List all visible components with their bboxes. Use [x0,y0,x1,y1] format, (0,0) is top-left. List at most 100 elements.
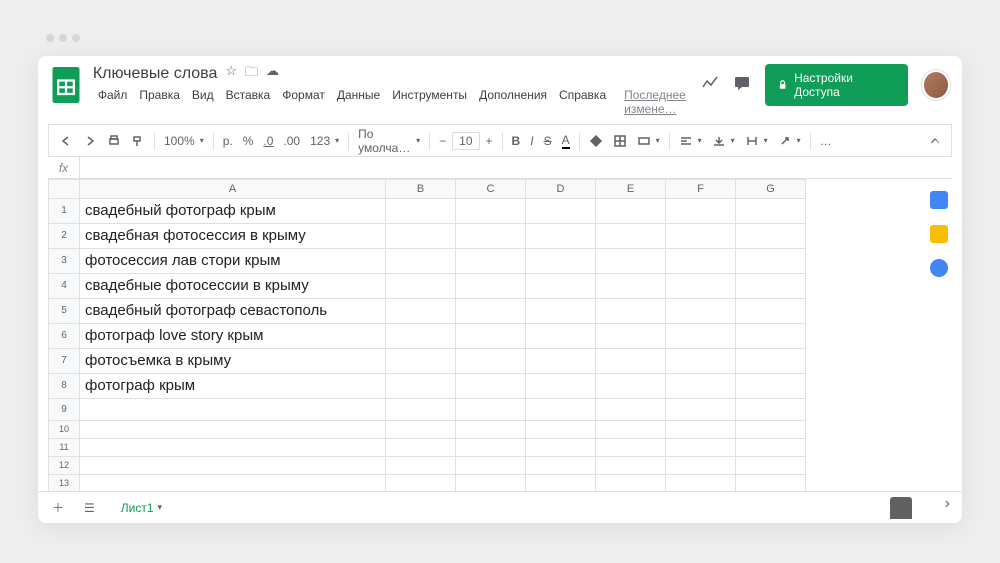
all-sheets-button[interactable]: ☰ [80,497,99,519]
vertical-align-button[interactable] [708,130,739,152]
menu-view[interactable]: Вид [187,86,219,118]
row-header[interactable]: 5 [48,299,80,324]
increase-decimal-button[interactable]: .00 [279,130,304,152]
col-header-A[interactable]: A [80,179,386,199]
cell[interactable] [596,274,666,299]
cell[interactable] [736,249,806,274]
cell[interactable] [456,421,526,439]
cell[interactable] [526,274,596,299]
cell[interactable] [596,374,666,399]
paint-format-button[interactable] [127,130,149,152]
cell[interactable] [456,374,526,399]
cell[interactable] [666,199,736,224]
bold-button[interactable]: B [508,130,525,152]
merge-cells-button[interactable] [633,130,664,152]
row-header[interactable]: 3 [48,249,80,274]
row-header[interactable]: 9 [48,399,80,421]
cell[interactable] [666,224,736,249]
cell[interactable] [666,299,736,324]
cell[interactable] [456,349,526,374]
cell[interactable] [386,421,456,439]
cell[interactable] [80,475,386,491]
menu-format[interactable]: Формат [277,86,330,118]
cell[interactable] [596,299,666,324]
text-rotation-button[interactable] [774,130,805,152]
cell[interactable] [666,324,736,349]
move-folder-icon[interactable]: 🗀 [245,63,258,85]
cell[interactable] [526,324,596,349]
menu-insert[interactable]: Вставка [221,86,276,118]
cell[interactable] [456,439,526,457]
cell[interactable] [596,224,666,249]
col-header-B[interactable]: B [386,179,456,199]
cell[interactable] [736,439,806,457]
cell[interactable] [596,421,666,439]
cell[interactable] [526,439,596,457]
font-size-input[interactable]: 10 [452,132,479,150]
cell[interactable] [596,457,666,475]
cell[interactable] [526,299,596,324]
cell[interactable] [456,399,526,421]
cell[interactable] [736,421,806,439]
col-header-E[interactable]: E [596,179,666,199]
cell[interactable] [596,324,666,349]
font-size-increase[interactable]: + [482,130,497,152]
cell[interactable] [666,349,736,374]
cell[interactable] [526,475,596,491]
row-header[interactable]: 8 [48,374,80,399]
row-header[interactable]: 13 [48,475,80,491]
print-button[interactable] [103,130,125,152]
cell[interactable] [736,399,806,421]
cell[interactable]: свадебная фотосессия в крыму [80,224,386,249]
cell[interactable] [736,457,806,475]
text-color-button[interactable]: A [558,129,574,153]
cell[interactable] [666,421,736,439]
cell[interactable] [526,457,596,475]
cell[interactable] [80,399,386,421]
cell[interactable] [456,224,526,249]
menu-addons[interactable]: Дополнения [474,86,552,118]
more-formats-button[interactable]: 123 [306,130,343,152]
font-family-select[interactable]: По умолча… [354,123,424,159]
redo-button[interactable] [79,130,101,152]
explore-button[interactable] [890,497,912,519]
col-header-F[interactable]: F [666,179,736,199]
cell[interactable] [386,457,456,475]
cell[interactable] [666,475,736,491]
row-header[interactable]: 1 [48,199,80,224]
cell[interactable] [456,199,526,224]
cell[interactable] [386,439,456,457]
col-header-C[interactable]: C [456,179,526,199]
cell[interactable]: свадебные фотосессии в крыму [80,274,386,299]
cell[interactable] [80,457,386,475]
cell[interactable] [386,299,456,324]
decrease-decimal-button[interactable]: .0 [259,130,277,152]
cell[interactable] [456,249,526,274]
cell[interactable] [736,199,806,224]
cell[interactable] [596,249,666,274]
cell[interactable] [80,421,386,439]
col-header-G[interactable]: G [736,179,806,199]
sheet-tab-menu-icon[interactable]: ▾ [158,502,163,513]
col-header-D[interactable]: D [526,179,596,199]
row-header[interactable]: 10 [48,421,80,439]
cell[interactable] [666,439,736,457]
row-header[interactable]: 7 [48,349,80,374]
fill-color-button[interactable] [585,130,607,152]
cell[interactable] [456,475,526,491]
sheet-tab[interactable]: Лист1 ▾ [111,496,172,520]
cell[interactable] [526,249,596,274]
row-header[interactable]: 12 [48,457,80,475]
cell[interactable] [80,439,386,457]
cell[interactable] [386,475,456,491]
menu-edit[interactable]: Правка [134,86,185,118]
cell[interactable] [456,299,526,324]
cell[interactable] [736,299,806,324]
cell[interactable] [386,324,456,349]
tasks-addon-icon[interactable] [930,259,948,277]
cell[interactable] [736,224,806,249]
cell[interactable] [666,374,736,399]
zoom-select[interactable]: 100% [160,130,208,152]
cell[interactable] [386,274,456,299]
row-header[interactable]: 2 [48,224,80,249]
